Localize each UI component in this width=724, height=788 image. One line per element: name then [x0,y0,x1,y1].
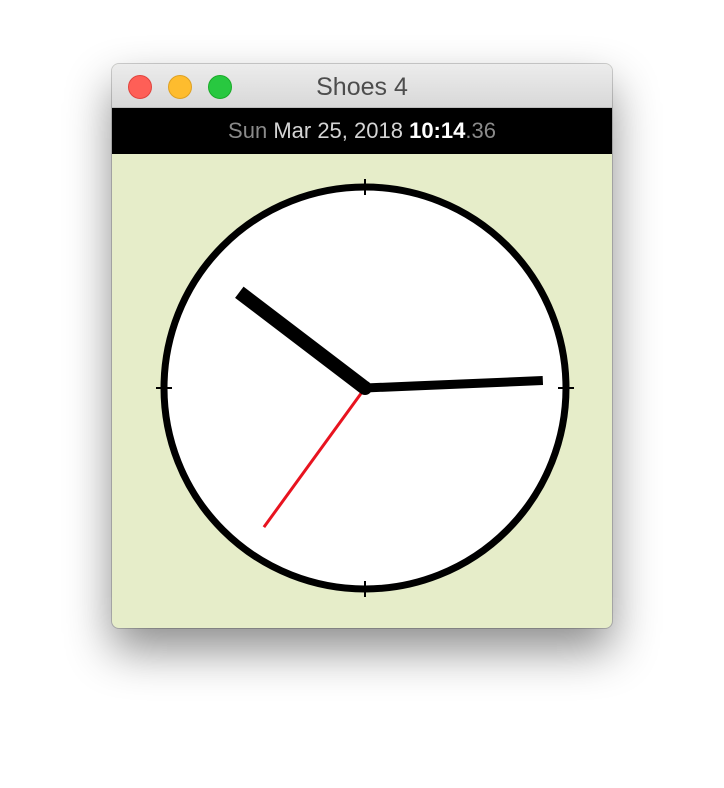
weekday-text: Sun [228,118,268,143]
date-text: Mar 25, 2018 [273,118,403,143]
title-bar[interactable]: Shoes 4 [112,64,612,108]
seconds-text: .36 [465,118,496,143]
window-title: Shoes 4 [316,73,408,101]
app-window: Shoes 4 Sun Mar 25, 2018 10:14.36 [112,64,612,628]
center-pin [358,381,372,395]
analog-clock [156,179,574,597]
date-time-banner: Sun Mar 25, 2018 10:14.36 [112,108,612,154]
hour-minute-text: 10:14 [409,118,466,143]
clock-area [112,154,612,628]
